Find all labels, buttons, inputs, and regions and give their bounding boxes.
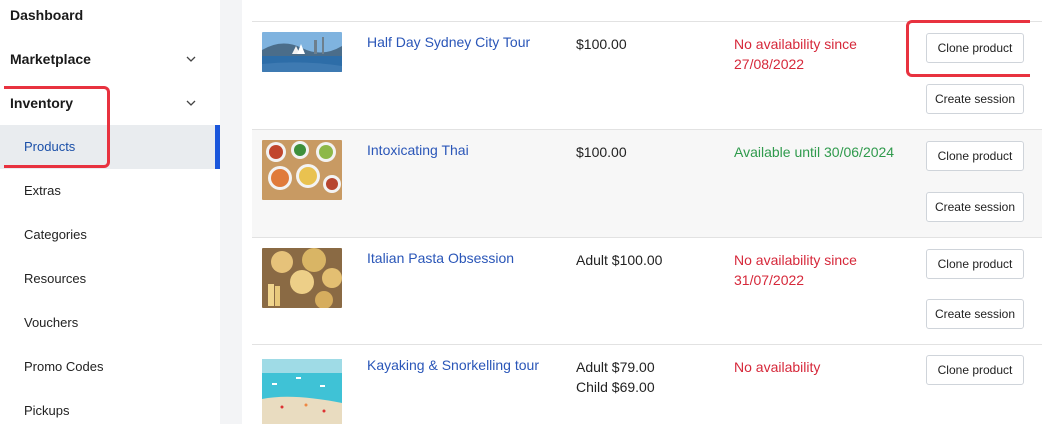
availability-status: No availability since 27/08/2022	[734, 36, 857, 72]
availability-status: Available until 30/06/2024	[734, 144, 895, 160]
sidebar-item-label: Promo Codes	[24, 359, 104, 374]
annotation-highlight	[906, 20, 1030, 77]
product-thumbnail	[262, 359, 342, 424]
content-gutter	[220, 0, 242, 424]
price-line: Adult $100.00	[576, 252, 663, 268]
price-line: $100.00	[576, 144, 627, 160]
table-row: Intoxicating Thai $100.00 Available unti…	[252, 129, 1042, 237]
sidebar-item-resources[interactable]: Resources	[0, 257, 220, 301]
create-session-button[interactable]: Create session	[926, 84, 1024, 114]
price-line: Adult $79.00	[576, 359, 655, 375]
sidebar-item-categories[interactable]: Categories	[0, 213, 220, 257]
table-row	[252, 0, 1042, 21]
sidebar-item-label: Pickups	[24, 403, 70, 418]
availability-status: No availability since 31/07/2022	[734, 252, 857, 288]
sidebar-item-promo-codes[interactable]: Promo Codes	[0, 345, 220, 389]
nav-marketplace[interactable]: Marketplace	[10, 51, 196, 67]
nav-marketplace-label: Marketplace	[10, 51, 91, 67]
product-thumbnail	[262, 140, 342, 200]
sidebar-item-pickups[interactable]: Pickups	[0, 389, 220, 424]
product-price: $100.00	[576, 34, 627, 54]
chevron-down-icon	[186, 56, 196, 62]
sidebar-item-label: Extras	[24, 183, 61, 198]
product-thumbnail	[262, 248, 342, 308]
nav-dashboard[interactable]: Dashboard	[10, 7, 83, 23]
create-session-button[interactable]: Create session	[926, 192, 1024, 222]
product-price: $100.00	[576, 142, 627, 162]
table-row: Kayaking & Snorkelling tour Adult $79.00…	[252, 344, 1042, 424]
product-thumbnail	[262, 32, 342, 72]
annotation-highlight	[4, 86, 110, 168]
product-name-link[interactable]: Italian Pasta Obsession	[367, 250, 514, 266]
clone-product-button[interactable]: Clone product	[926, 355, 1024, 385]
sidebar-item-extras[interactable]: Extras	[0, 169, 220, 213]
product-price: Adult $79.00 Child $69.00	[576, 357, 655, 397]
product-name-link[interactable]: Half Day Sydney City Tour	[367, 34, 530, 50]
nav-dashboard-label: Dashboard	[10, 7, 84, 23]
price-line: $100.00	[576, 36, 627, 52]
sidebar-item-label: Resources	[24, 271, 87, 286]
table-row: Italian Pasta Obsession Adult $100.00 No…	[252, 237, 1042, 344]
sidebar: Dashboard Marketplace Inventory Products…	[0, 0, 220, 424]
create-session-button[interactable]: Create session	[926, 299, 1024, 329]
chevron-down-icon	[186, 100, 196, 106]
availability-status: No availability	[734, 359, 821, 375]
price-line: Child $69.00	[576, 379, 655, 395]
sidebar-item-label: Vouchers	[24, 315, 79, 330]
product-name-link[interactable]: Kayaking & Snorkelling tour	[367, 357, 539, 373]
clone-product-button[interactable]: Clone product	[926, 249, 1024, 279]
clone-product-button[interactable]: Clone product	[926, 141, 1024, 171]
product-price: Adult $100.00	[576, 250, 662, 270]
product-name-link[interactable]: Intoxicating Thai	[367, 142, 469, 158]
sidebar-item-vouchers[interactable]: Vouchers	[0, 301, 220, 345]
sidebar-item-label: Categories	[24, 227, 87, 242]
